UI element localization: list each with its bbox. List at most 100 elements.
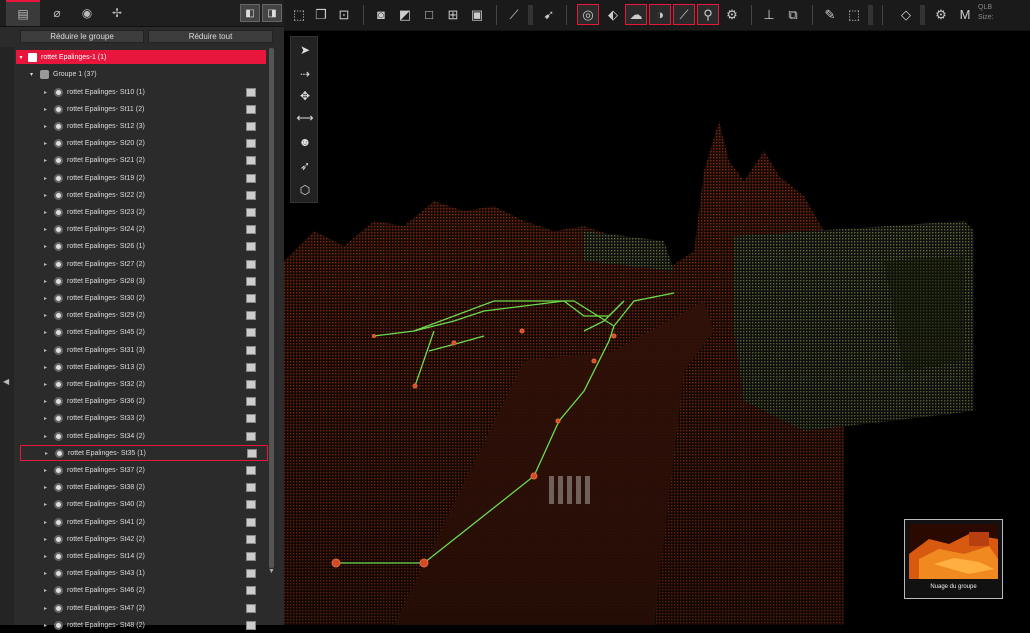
station-expand-caret-icon[interactable]: ▸	[44, 175, 47, 182]
root-expand-caret-icon[interactable]: ▾	[16, 54, 26, 61]
station-item[interactable]: ▸ rottet Epalinges- St24 (2)	[20, 222, 268, 238]
cube-view-icon[interactable]: ◇	[895, 4, 917, 25]
multi-select-icon[interactable]: ⇢	[293, 63, 317, 85]
station-image-icon[interactable]	[246, 345, 256, 355]
station-image-icon[interactable]	[246, 397, 256, 407]
station-expand-caret-icon[interactable]: ▸	[44, 295, 47, 302]
layers-tab-icon[interactable]: ▤	[6, 0, 40, 26]
station-item[interactable]: ▸ rottet Epalinges- St10 (1)	[20, 84, 268, 100]
station-expand-caret-icon[interactable]: ▸	[44, 106, 47, 113]
contrast-icon[interactable]: ◩	[394, 4, 416, 25]
station-expand-caret-icon[interactable]: ▸	[44, 312, 47, 319]
station-image-icon[interactable]	[246, 242, 256, 252]
station-image-icon[interactable]	[246, 139, 256, 149]
tree-scrollbar-thumb[interactable]	[269, 48, 274, 568]
cube-dropdown-icon[interactable]	[920, 5, 925, 25]
station-item[interactable]: ▸ rottet Epalinges- St37 (2)	[20, 462, 268, 478]
station-expand-caret-icon[interactable]: ▸	[44, 261, 47, 268]
station-image-icon[interactable]	[246, 483, 256, 493]
station-expand-caret-icon[interactable]: ▸	[44, 226, 47, 233]
station-item[interactable]: ▸ rottet Epalinges- St46 (2)	[20, 583, 268, 599]
station-expand-caret-icon[interactable]: ▸	[44, 605, 47, 612]
station-expand-caret-icon[interactable]: ▸	[44, 415, 47, 422]
station-image-icon[interactable]	[246, 293, 256, 303]
station-expand-caret-icon[interactable]: ▸	[44, 209, 47, 216]
station-item[interactable]: ▸ rottet Epalinges- St28 (3)	[20, 273, 268, 289]
station-item[interactable]: ▸ rottet Epalinges- St43 (1)	[20, 566, 268, 582]
camera-icon[interactable]: ◙	[370, 4, 392, 25]
station-item[interactable]: ▸ rottet Epalinges- St23 (2)	[20, 204, 268, 220]
cube-settings-icon[interactable]: ⚙	[930, 4, 952, 25]
select-3d-icon[interactable]: ⬚	[288, 4, 310, 25]
measure-dropdown-icon[interactable]	[528, 5, 533, 25]
copy-view-icon[interactable]: ❐	[310, 4, 332, 25]
station-item[interactable]: ▸ rottet Epalinges- St20 (2)	[20, 136, 268, 152]
collapse-all-button[interactable]: Réduire tout	[148, 30, 273, 43]
target-icon[interactable]: ◎	[577, 4, 599, 25]
station-image-icon[interactable]	[246, 517, 256, 527]
station-expand-caret-icon[interactable]: ▸	[44, 433, 47, 440]
station-expand-caret-icon[interactable]: ▸	[44, 501, 47, 508]
station-image-icon[interactable]	[247, 448, 257, 458]
station-image-icon[interactable]	[246, 586, 256, 596]
collapse-group-button[interactable]: Réduire le groupe	[20, 30, 144, 43]
station-item[interactable]: ▸ rottet Epalinges- St35 (1)	[20, 445, 268, 462]
box-select-icon[interactable]: ⬚	[843, 4, 865, 25]
station-expand-caret-icon[interactable]: ▸	[44, 89, 47, 96]
group-cloud-thumbnail[interactable]: Nuage du groupe	[904, 519, 1003, 599]
station-item[interactable]: ▸ rottet Epalinges- St27 (2)	[20, 256, 268, 272]
station-image-icon[interactable]	[246, 551, 256, 561]
station-item[interactable]: ▸ rottet Epalinges- St31 (3)	[20, 342, 268, 358]
perspective-icon[interactable]: ⊞	[442, 4, 464, 25]
edit-paint-icon[interactable]: ✎	[819, 4, 841, 25]
collapse-left-arrow-icon[interactable]: ◀	[3, 377, 9, 386]
station-image-icon[interactable]	[246, 328, 256, 338]
cloud-icon[interactable]: ☁	[625, 4, 647, 25]
station-expand-caret-icon[interactable]: ▸	[44, 347, 47, 354]
globe-tab-icon[interactable]: ◉	[70, 0, 104, 26]
station-image-icon[interactable]	[246, 534, 256, 544]
station-item[interactable]: ▸ rottet Epalinges- St47 (2)	[20, 600, 268, 616]
station-item[interactable]: ▸ rottet Epalinges- St34 (2)	[20, 428, 268, 444]
station-image-icon[interactable]	[246, 431, 256, 441]
panel-option-icon-1[interactable]: ◧	[240, 4, 260, 22]
station-expand-caret-icon[interactable]: ▸	[44, 364, 47, 371]
station-item[interactable]: ▸ rottet Epalinges- St41 (2)	[20, 514, 268, 530]
station-expand-caret-icon[interactable]: ▸	[44, 329, 47, 336]
station-expand-caret-icon[interactable]: ▸	[44, 123, 47, 130]
station-item[interactable]: ▸ rottet Epalinges- St26 (1)	[20, 239, 268, 255]
puzzle-tab-icon[interactable]: ✢	[100, 0, 134, 26]
orbit-icon[interactable]: ✥	[293, 85, 317, 107]
station-item[interactable]: ▸ rottet Epalinges- St40 (2)	[20, 497, 268, 513]
tree-group-item[interactable]: ▾ Groupe 1 (37)	[30, 67, 97, 81]
zoom-fit-icon[interactable]: ⊡	[333, 4, 355, 25]
station-image-icon[interactable]	[246, 500, 256, 510]
station-item[interactable]: ▸ rottet Epalinges- St12 (3)	[20, 118, 268, 134]
station-expand-caret-icon[interactable]: ▸	[44, 140, 47, 147]
cube-m-icon[interactable]: M	[954, 4, 976, 25]
station-item[interactable]: ▸ rottet Epalinges- St30 (2)	[20, 290, 268, 306]
station-item[interactable]: ▸ rottet Epalinges- St29 (2)	[20, 308, 268, 324]
station-image-icon[interactable]	[246, 620, 256, 630]
fly-mode-icon[interactable]: ➶	[293, 155, 317, 177]
location-settings-icon[interactable]: ⚙	[721, 4, 743, 25]
station-expand-caret-icon[interactable]: ▸	[44, 192, 47, 199]
station-item[interactable]: ▸ rottet Epalinges- St42 (2)	[20, 531, 268, 547]
station-item[interactable]: ▸ rottet Epalinges- St36 (2)	[20, 394, 268, 410]
station-image-icon[interactable]	[246, 362, 256, 372]
measure-ruler-icon[interactable]: ⟋	[503, 4, 525, 25]
station-expand-caret-icon[interactable]: ▸	[44, 587, 47, 594]
station-item[interactable]: ▸ rottet Epalinges- St22 (2)	[20, 187, 268, 203]
station-expand-caret-icon[interactable]: ▸	[44, 157, 47, 164]
box-select-dropdown-icon[interactable]	[868, 5, 873, 25]
station-expand-caret-icon[interactable]: ▸	[44, 484, 47, 491]
station-item[interactable]: ▸ rottet Epalinges- St21 (2)	[20, 153, 268, 169]
station-expand-caret-icon[interactable]: ▸	[44, 570, 47, 577]
station-image-icon[interactable]	[246, 603, 256, 613]
pan-icon[interactable]: ⟷	[293, 107, 317, 129]
station-expand-caret-icon[interactable]: ▸	[45, 450, 48, 457]
tree-root-item[interactable]: ▾ rottet Epalinges-1 (1)	[16, 50, 266, 64]
station-item[interactable]: ▸ rottet Epalinges- St11 (2)	[20, 101, 268, 117]
station-image-icon[interactable]	[246, 379, 256, 389]
station-expand-caret-icon[interactable]: ▸	[44, 243, 47, 250]
